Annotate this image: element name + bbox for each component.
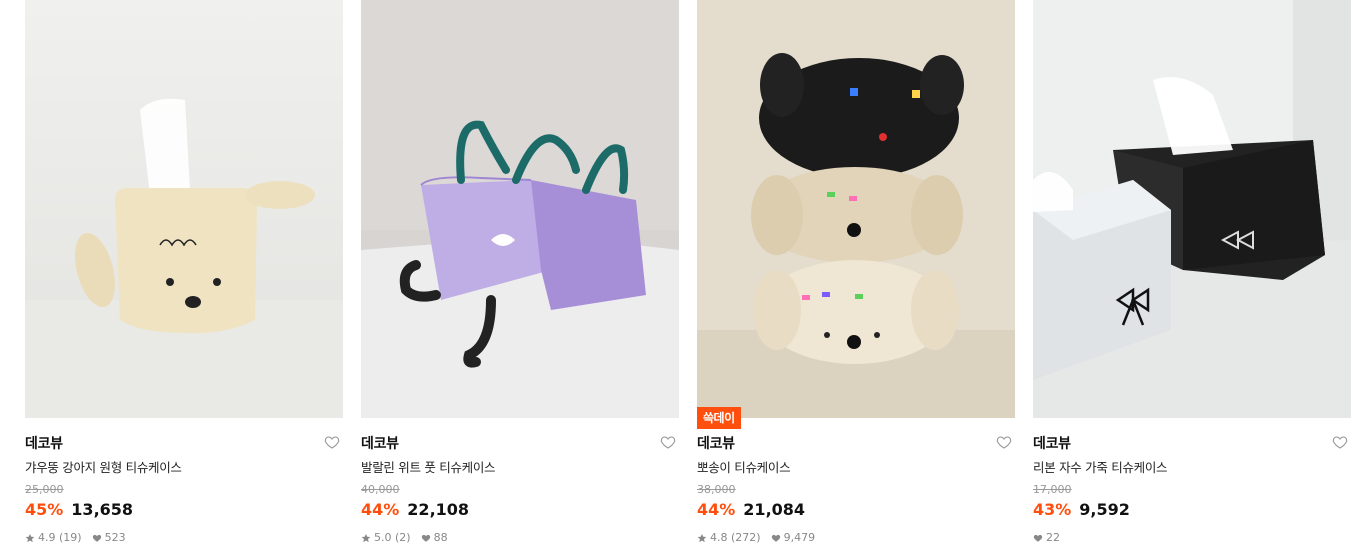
product-name[interactable]: 갸우뚱 강아지 원형 티슈케이스 [25, 457, 182, 476]
discount-rate: 44% [361, 500, 400, 519]
star-icon [25, 533, 35, 542]
rating: 4.8 [710, 531, 728, 544]
product-image[interactable] [25, 0, 343, 418]
like-count: 88 [433, 531, 448, 544]
product-image[interactable] [697, 0, 1015, 418]
product-card[interactable]: 데코뷰 발랄린 위트 풋 티슈케이스 40,000 44% 22,108 5.0 … [361, 0, 679, 547]
price-row: 44% 22,108 [361, 500, 469, 519]
product-meta: 4.8 (272) 9,479 [697, 531, 815, 544]
like-heart-icon[interactable] [660, 434, 676, 450]
original-price: 17,000 [1033, 483, 1072, 496]
original-price: 40,000 [361, 483, 400, 496]
purple-quilted-tissue-case-image [361, 0, 679, 418]
heart-icon [421, 534, 430, 542]
product-image[interactable] [361, 0, 679, 418]
product-meta: 5.0 (2) 88 [361, 531, 448, 544]
heart-icon [1033, 534, 1043, 542]
price-row: 44% 21,084 [697, 500, 805, 519]
sale-price: 13,658 [71, 500, 134, 519]
product-card[interactable]: 데코뷰 리본 자수 가죽 티슈케이스 17,000 43% 9,592 22 [1033, 0, 1351, 547]
product-brand: 데코뷰 [1033, 436, 1071, 452]
product-card[interactable]: 쓱데이 데코뷰 뽀송이 티슈케이스 38,000 44% 21,084 4.8 (… [697, 0, 1015, 547]
rating: 5.0 [374, 531, 392, 544]
product-brand: 데코뷰 [25, 436, 63, 452]
price-row: 43% 9,592 [1033, 500, 1130, 519]
product-name[interactable]: 뽀송이 티슈케이스 [697, 457, 791, 476]
product-name[interactable]: 리본 자수 가죽 티슈케이스 [1033, 457, 1168, 476]
like-heart-icon[interactable] [324, 434, 340, 450]
beige-puppy-tissue-case-image [25, 0, 343, 418]
like-heart-icon[interactable] [1332, 434, 1348, 450]
rating: 4.9 [38, 531, 56, 544]
stacked-poodle-tissue-cases-image [697, 0, 1015, 418]
sale-price: 22,108 [407, 500, 470, 519]
product-image[interactable] [1033, 0, 1351, 418]
price-row: 45% 13,658 [25, 500, 133, 519]
heart-icon [771, 534, 780, 542]
promo-badge: 쓱데이 [697, 407, 741, 429]
leather-ribbon-tissue-cases-image [1033, 0, 1351, 418]
star-icon [361, 533, 371, 542]
sale-price: 21,084 [743, 500, 806, 519]
product-card[interactable]: 데코뷰 갸우뚱 강아지 원형 티슈케이스 25,000 45% 13,658 4.… [25, 0, 343, 547]
product-brand: 데코뷰 [697, 436, 735, 452]
review-count: (272) [731, 531, 761, 544]
like-count: 523 [104, 531, 126, 544]
heart-icon [92, 534, 101, 542]
product-meta: 22 [1033, 531, 1060, 544]
original-price: 25,000 [25, 483, 64, 496]
discount-rate: 43% [1033, 500, 1072, 519]
discount-rate: 45% [25, 500, 64, 519]
product-meta: 4.9 (19) 523 [25, 531, 126, 544]
like-count: 9,479 [783, 531, 816, 544]
like-heart-icon[interactable] [996, 434, 1012, 450]
product-name[interactable]: 발랄린 위트 풋 티슈케이스 [361, 457, 496, 476]
sale-price: 9,592 [1079, 500, 1130, 519]
discount-rate: 44% [697, 500, 736, 519]
review-count: (2) [395, 531, 411, 544]
product-grid: 데코뷰 갸우뚱 강아지 원형 티슈케이스 25,000 45% 13,658 4.… [0, 0, 1353, 547]
original-price: 38,000 [697, 483, 736, 496]
like-count: 22 [1046, 531, 1060, 544]
review-count: (19) [59, 531, 82, 544]
product-brand: 데코뷰 [361, 436, 399, 452]
star-icon [697, 533, 707, 542]
